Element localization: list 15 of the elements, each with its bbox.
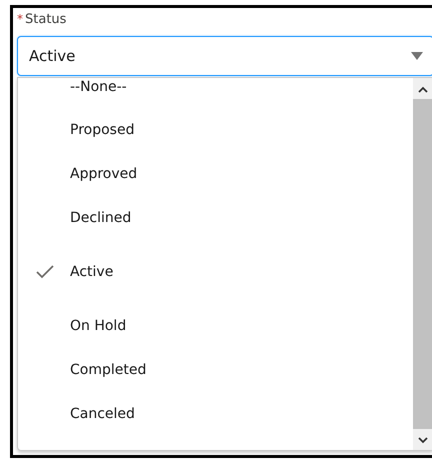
- caret-icon: [411, 52, 423, 60]
- check-icon: [36, 265, 54, 279]
- dropdown-option[interactable]: On Hold: [18, 304, 413, 348]
- dropdown-option[interactable]: Approved: [18, 152, 413, 196]
- dropdown-option[interactable]: Proposed: [18, 108, 413, 152]
- required-asterisk: *: [17, 12, 23, 26]
- scroll-down-icon[interactable]: [418, 437, 428, 444]
- field-label: Status: [25, 12, 66, 27]
- scroll-up-icon[interactable]: [418, 86, 428, 93]
- dropdown-option[interactable]: Canceled: [18, 392, 413, 436]
- dropdown-option[interactable]: Active: [18, 240, 413, 304]
- dropdown-option[interactable]: Completed: [18, 348, 413, 392]
- status-combobox[interactable]: Active: [17, 36, 432, 76]
- dropdown-option[interactable]: --None--: [18, 78, 413, 108]
- dropdown-option[interactable]: Declined: [18, 196, 413, 240]
